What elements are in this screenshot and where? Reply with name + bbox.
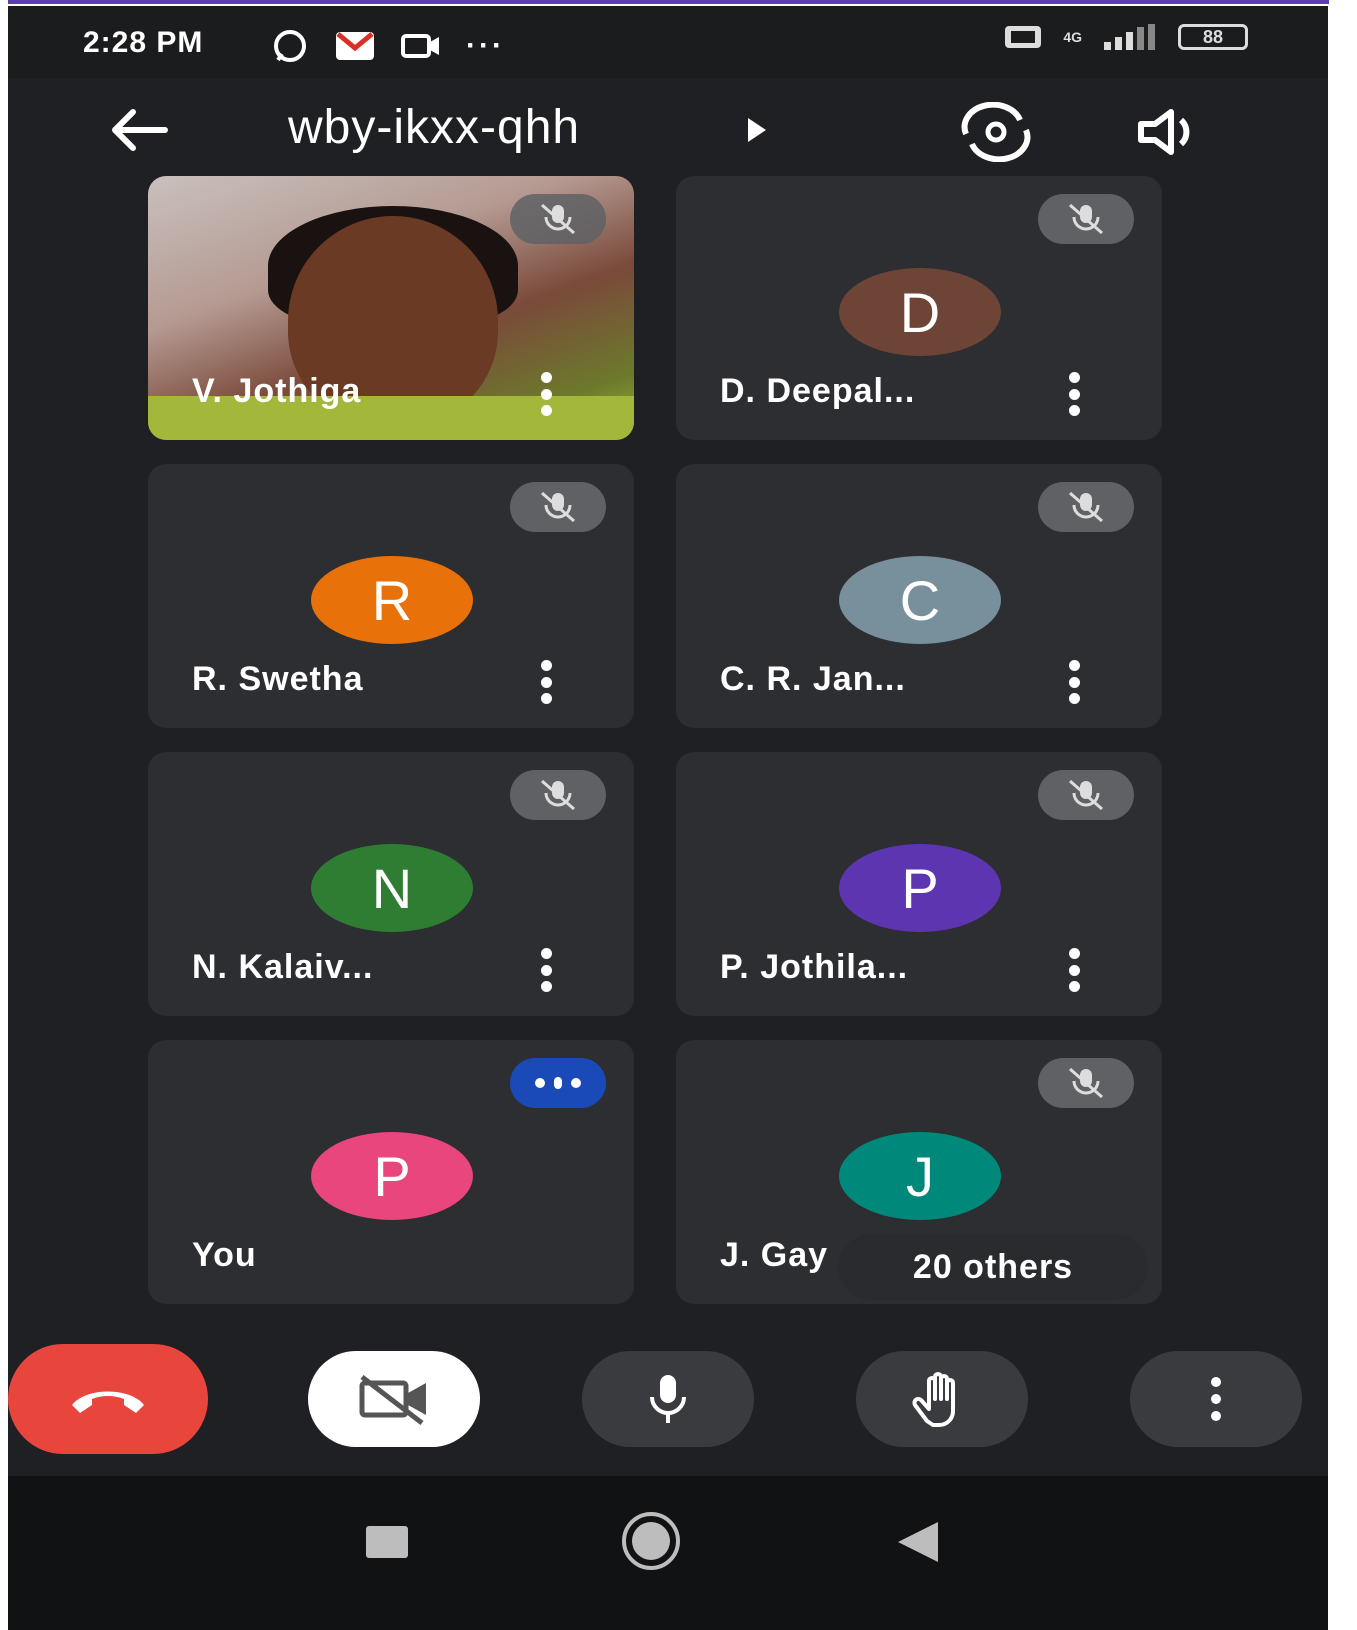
raise-hand-button[interactable] [856, 1351, 1028, 1447]
system-navigation-bar [8, 1476, 1328, 1630]
participant-tile[interactable]: R R. Swetha [148, 464, 634, 728]
participant-name: P. Jothila... [720, 948, 909, 986]
hand-icon [912, 1372, 955, 1427]
notification-icons: ··· [270, 28, 505, 64]
status-bar: 2:28 PM ··· 4G 88 [8, 6, 1328, 78]
recent-apps-button[interactable] [366, 1526, 408, 1558]
mic-off-icon [1069, 779, 1103, 811]
toggle-mic-button[interactable] [582, 1351, 754, 1447]
participant-name: R. Swetha [192, 660, 364, 698]
participant-options-button[interactable] [1062, 660, 1086, 704]
mic-off-icon [541, 203, 575, 235]
muted-indicator [510, 482, 606, 532]
hang-up-icon [72, 1391, 144, 1413]
meeting-code[interactable]: wby-ikxx-qhh [288, 100, 580, 155]
home-icon [632, 1522, 670, 1560]
audio-output-button[interactable] [1133, 102, 1213, 162]
participant-tile[interactable]: D D. Deepal... [676, 176, 1162, 440]
avatar: R [311, 556, 473, 644]
participant-name: C. R. Jan... [720, 660, 906, 698]
mic-off-icon [541, 779, 575, 811]
home-button[interactable] [622, 1512, 680, 1570]
audio-level-icon [535, 1077, 581, 1089]
participant-name: D. Deepal... [720, 372, 916, 410]
mic-off-icon [541, 491, 575, 523]
end-call-button[interactable] [8, 1344, 208, 1454]
toggle-camera-button[interactable] [308, 1351, 480, 1447]
muted-indicator [510, 194, 606, 244]
top-border [8, 0, 1329, 4]
participant-tile[interactable]: N N. Kalaiv... [148, 752, 634, 1016]
avatar-initial: R [371, 568, 413, 632]
participant-options-button[interactable] [1062, 948, 1086, 992]
avatar-initial: D [899, 280, 941, 344]
signal-icon [1104, 24, 1155, 50]
network-label: 4G [1063, 29, 1082, 45]
participant-options-button[interactable] [534, 372, 558, 416]
participant-name: N. Kalaiv... [192, 948, 374, 986]
mic-off-icon [1069, 203, 1103, 235]
participant-name: J. Gay [720, 1236, 829, 1274]
avatar: P [311, 1132, 473, 1220]
muted-indicator [510, 770, 606, 820]
status-right: 4G 88 [1003, 24, 1248, 50]
more-vert-icon [1211, 1377, 1221, 1421]
participant-options-button[interactable] [1062, 372, 1086, 416]
video-icon [401, 34, 439, 58]
participant-tile[interactable]: P P. Jothila... [676, 752, 1162, 1016]
mic-off-icon [1069, 1067, 1103, 1099]
participant-tile[interactable]: V. Jothiga [148, 176, 634, 440]
participant-name: You [192, 1236, 257, 1274]
avatar-initial: P [373, 1144, 411, 1208]
avatar-initial: P [901, 856, 939, 920]
meeting-header: wby-ikxx-qhh [8, 78, 1328, 178]
system-back-button[interactable] [898, 1522, 938, 1562]
mic-off-icon [1069, 491, 1103, 523]
muted-indicator [1038, 1058, 1134, 1108]
battery-level: 88 [1202, 26, 1224, 47]
avatar: D [839, 268, 1001, 356]
others-count-pill[interactable]: 20 others [838, 1234, 1148, 1300]
arrow-left-icon [112, 109, 168, 151]
status-time: 2:28 PM [83, 26, 204, 59]
battery-icon: 88 [1178, 24, 1248, 50]
mic-icon [650, 1375, 686, 1423]
participant-options-button[interactable] [534, 660, 558, 704]
volte-icon [1005, 26, 1042, 48]
participant-options-button[interactable] [534, 948, 558, 992]
avatar-initial: C [899, 568, 941, 632]
muted-indicator [1038, 482, 1134, 532]
avatar: P [839, 844, 1001, 932]
video-off-icon [359, 1375, 426, 1425]
speaker-icon [1138, 109, 1190, 155]
self-tile[interactable]: P You [148, 1040, 634, 1304]
avatar-initial: N [371, 856, 413, 920]
play-arrow-icon[interactable] [748, 118, 766, 142]
meet-screen: 2:28 PM ··· 4G 88 wby-ikxx-qhh V. Jothig… [8, 6, 1328, 1630]
participant-tile[interactable]: C C. R. Jan... [676, 464, 1162, 728]
switch-camera-button[interactable] [956, 101, 1036, 163]
avatar-initial: J [906, 1144, 934, 1208]
more-notifications-icon: ··· [466, 29, 505, 62]
speaking-indicator [510, 1058, 606, 1108]
participant-name: V. Jothiga [192, 372, 362, 410]
switch-camera-icon [961, 101, 1031, 163]
avatar: C [839, 556, 1001, 644]
more-options-button[interactable] [1130, 1351, 1302, 1447]
avatar: J [839, 1132, 1001, 1220]
whatsapp-icon [274, 30, 306, 62]
muted-indicator [1038, 194, 1134, 244]
back-button[interactable] [103, 102, 173, 158]
muted-indicator [1038, 770, 1134, 820]
avatar: N [311, 844, 473, 932]
gmail-icon [336, 32, 374, 60]
